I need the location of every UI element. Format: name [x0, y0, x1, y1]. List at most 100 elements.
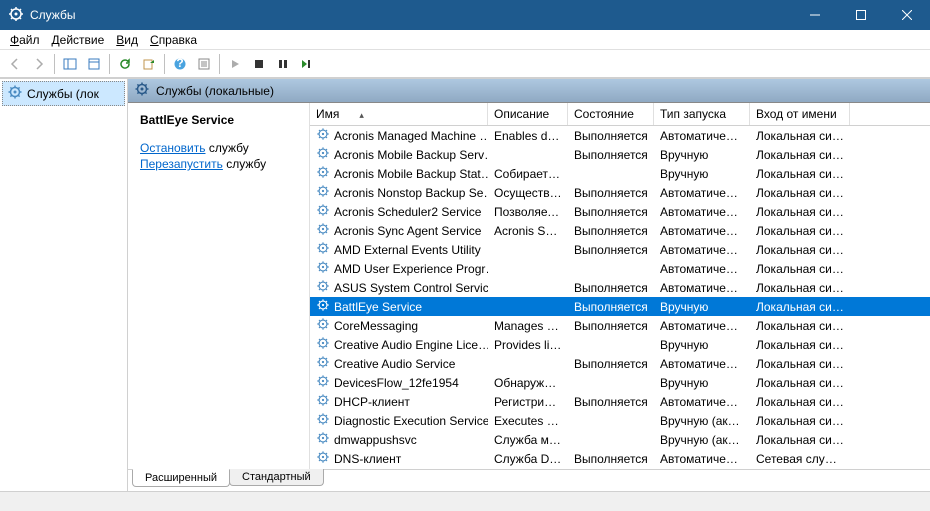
cell-description: Обнаруже… — [488, 375, 568, 391]
right-pane: Службы (локальные) BattlEye Service Оста… — [128, 79, 930, 491]
service-row[interactable]: Diagnostic Execution ServiceExecutes di…… — [310, 411, 930, 430]
service-icon — [316, 203, 330, 220]
services-scroll[interactable]: Имя Описание Состояние Тип запуска Вход … — [310, 103, 930, 469]
cell-description — [488, 268, 568, 270]
service-row[interactable]: CoreMessagingManages c…ВыполняетсяАвтома… — [310, 316, 930, 335]
properties-sheet-button[interactable] — [193, 53, 215, 75]
menu-view[interactable]: Вид — [110, 31, 144, 49]
show-hide-tree-button[interactable] — [59, 53, 81, 75]
cell-startup-type: Автоматиче… — [654, 204, 750, 220]
svg-text:?: ? — [176, 57, 183, 70]
forward-button[interactable] — [28, 53, 50, 75]
help-button[interactable]: ? — [169, 53, 191, 75]
maximize-button[interactable] — [838, 0, 884, 30]
column-description[interactable]: Описание — [488, 103, 568, 125]
service-icon — [316, 279, 330, 296]
cell-description: Enables da… — [488, 128, 568, 144]
properties-button[interactable] — [83, 53, 105, 75]
column-state[interactable]: Состояние — [568, 103, 654, 125]
cell-startup-type: Вручную — [654, 375, 750, 391]
column-startup-type[interactable]: Тип запуска — [654, 103, 750, 125]
tree-root-item[interactable]: Службы (лок — [2, 81, 125, 106]
cell-logon-as: Локальная сис… — [750, 242, 850, 258]
service-row[interactable]: DevicesFlow_12fe1954Обнаруже…ВручнуюЛока… — [310, 373, 930, 392]
service-row[interactable]: Acronis Mobile Backup Serv…ВыполняетсяВр… — [310, 145, 930, 164]
menu-file[interactable]: Файл — [4, 31, 46, 49]
cell-name: Acronis Sync Agent Service — [310, 221, 488, 240]
service-row[interactable]: Acronis Managed Machine …Enables da…Выпо… — [310, 126, 930, 145]
stop-service-button[interactable] — [248, 53, 270, 75]
cell-logon-as: Локальная сис… — [750, 280, 850, 296]
tab-standard[interactable]: Стандартный — [229, 469, 324, 486]
cell-state — [568, 268, 654, 270]
cell-name: dmwappushsvc — [310, 430, 488, 449]
service-icon — [316, 450, 330, 467]
service-row[interactable]: BattlEye ServiceВыполняетсяВручнуюЛокаль… — [310, 297, 930, 316]
pause-service-button[interactable] — [272, 53, 294, 75]
statusbar — [0, 491, 930, 511]
cell-startup-type: Вручную (ак… — [654, 413, 750, 429]
view-tabs: Расширенный Стандартный — [128, 469, 930, 491]
cell-name: BattlEye Service — [310, 297, 488, 316]
back-button[interactable] — [4, 53, 26, 75]
cell-description — [488, 306, 568, 308]
cell-startup-type: Автоматиче… — [654, 261, 750, 277]
refresh-button[interactable] — [114, 53, 136, 75]
cell-state: Выполняется — [568, 185, 654, 201]
service-icon — [316, 222, 330, 239]
cell-startup-type: Вручную — [654, 147, 750, 163]
cell-logon-as: Локальная сис… — [750, 147, 850, 163]
service-icon — [316, 317, 330, 334]
cell-name: Creative Audio Engine Lice… — [310, 335, 488, 354]
cell-logon-as: Локальная сис… — [750, 337, 850, 353]
service-row[interactable]: Creative Audio ServiceВыполняетсяАвтомат… — [310, 354, 930, 373]
services-list: Имя Описание Состояние Тип запуска Вход … — [310, 103, 930, 469]
service-row[interactable]: Acronis Mobile Backup Stat…Собирает …Вру… — [310, 164, 930, 183]
selected-service-name: BattlEye Service — [140, 113, 301, 127]
start-service-button[interactable] — [224, 53, 246, 75]
cell-state: Выполняется — [568, 128, 654, 144]
restart-service-link[interactable]: Перезапустить — [140, 157, 223, 171]
separator — [219, 54, 220, 74]
service-row[interactable]: Acronis Sync Agent ServiceAcronis Sy…Вып… — [310, 221, 930, 240]
service-icon — [316, 184, 330, 201]
column-logon-as[interactable]: Вход от имени — [750, 103, 850, 125]
service-icon — [316, 298, 330, 315]
main-split: Службы (лок Службы (локальные) BattlEye … — [0, 78, 930, 491]
menu-action[interactable]: Действие — [46, 31, 111, 49]
restart-service-button[interactable] — [296, 53, 318, 75]
tab-extended[interactable]: Расширенный — [132, 469, 230, 487]
service-row[interactable]: AMD User Experience Progr…Автоматиче…Лок… — [310, 259, 930, 278]
service-row[interactable]: dmwappushsvcСлужба м…Вручную (ак…Локальн… — [310, 430, 930, 449]
close-button[interactable] — [884, 0, 930, 30]
cell-state — [568, 439, 654, 441]
cell-startup-type: Автоматиче… — [654, 242, 750, 258]
tree-root-label: Службы (лок — [27, 87, 99, 101]
service-icon — [316, 260, 330, 277]
menu-help[interactable]: Справка — [144, 31, 203, 49]
service-row[interactable]: Creative Audio Engine Lice…Provides li…В… — [310, 335, 930, 354]
cell-state — [568, 173, 654, 175]
cell-logon-as: Локальная сис… — [750, 356, 850, 372]
service-row[interactable]: DHCP-клиентРегистрир…ВыполняетсяАвтомати… — [310, 392, 930, 411]
cell-logon-as: Локальная сис… — [750, 413, 850, 429]
column-name[interactable]: Имя — [310, 103, 488, 125]
cell-name: Acronis Scheduler2 Service — [310, 202, 488, 221]
cell-description: Осуществ… — [488, 185, 568, 201]
restart-action-line: Перезапустить службу — [140, 157, 301, 171]
stop-action-line: Остановить службу — [140, 141, 301, 155]
service-row[interactable]: Acronis Scheduler2 ServiceПозволяет…Выпо… — [310, 202, 930, 221]
service-row[interactable]: Acronis Nonstop Backup Se…Осуществ…Выпол… — [310, 183, 930, 202]
cell-startup-type: Автоматиче… — [654, 185, 750, 201]
minimize-button[interactable] — [792, 0, 838, 30]
cell-state: Выполняется — [568, 318, 654, 334]
export-button[interactable] — [138, 53, 160, 75]
service-icon — [316, 146, 330, 163]
cell-name: Acronis Managed Machine … — [310, 126, 488, 145]
service-row[interactable]: AMD External Events UtilityВыполняетсяАв… — [310, 240, 930, 259]
tree-pane[interactable]: Службы (лок — [0, 79, 128, 491]
service-row[interactable]: ASUS System Control ServiceВыполняетсяАв… — [310, 278, 930, 297]
cell-startup-type: Автоматиче… — [654, 280, 750, 296]
stop-service-link[interactable]: Остановить — [140, 141, 206, 155]
service-row[interactable]: DNS-клиентСлужба D…ВыполняетсяАвтоматиче… — [310, 449, 930, 468]
